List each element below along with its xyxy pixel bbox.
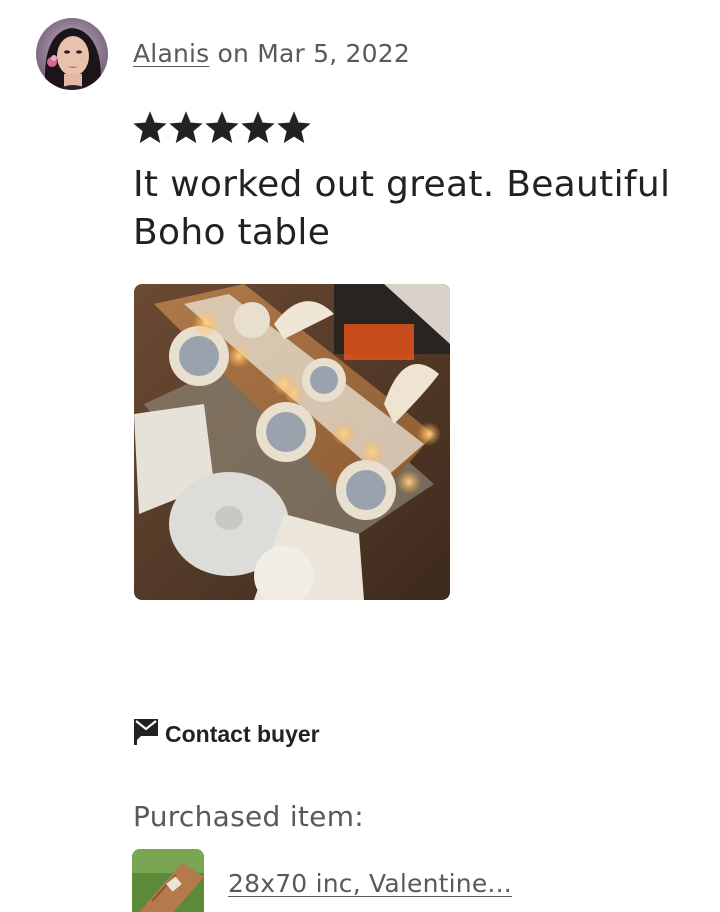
review-date: on Mar 5, 2022 <box>209 39 410 68</box>
envelope-flag-icon <box>133 718 159 750</box>
review-meta: Alanis on Mar 5, 2022 <box>133 36 410 72</box>
contact-buyer-label: Contact buyer <box>165 721 320 747</box>
star-icon <box>169 110 203 148</box>
purchased-item-thumbnail[interactable] <box>132 849 204 912</box>
review-text: It worked out great. Beautiful Boho tabl… <box>133 164 671 253</box>
purchased-item-label: Purchased item: <box>133 800 365 833</box>
star-icon <box>241 110 275 148</box>
star-icon <box>277 110 311 148</box>
reviewer-avatar[interactable] <box>36 18 108 90</box>
star-icon <box>205 110 239 148</box>
star-icon <box>133 110 167 148</box>
review-photo[interactable] <box>134 284 450 600</box>
star-rating <box>133 110 311 148</box>
purchased-item-link[interactable]: 28x70 inc, Valentine... <box>228 866 512 902</box>
contact-buyer-button[interactable]: Contact buyer <box>133 718 320 750</box>
reviewer-name-link[interactable]: Alanis <box>133 39 209 68</box>
